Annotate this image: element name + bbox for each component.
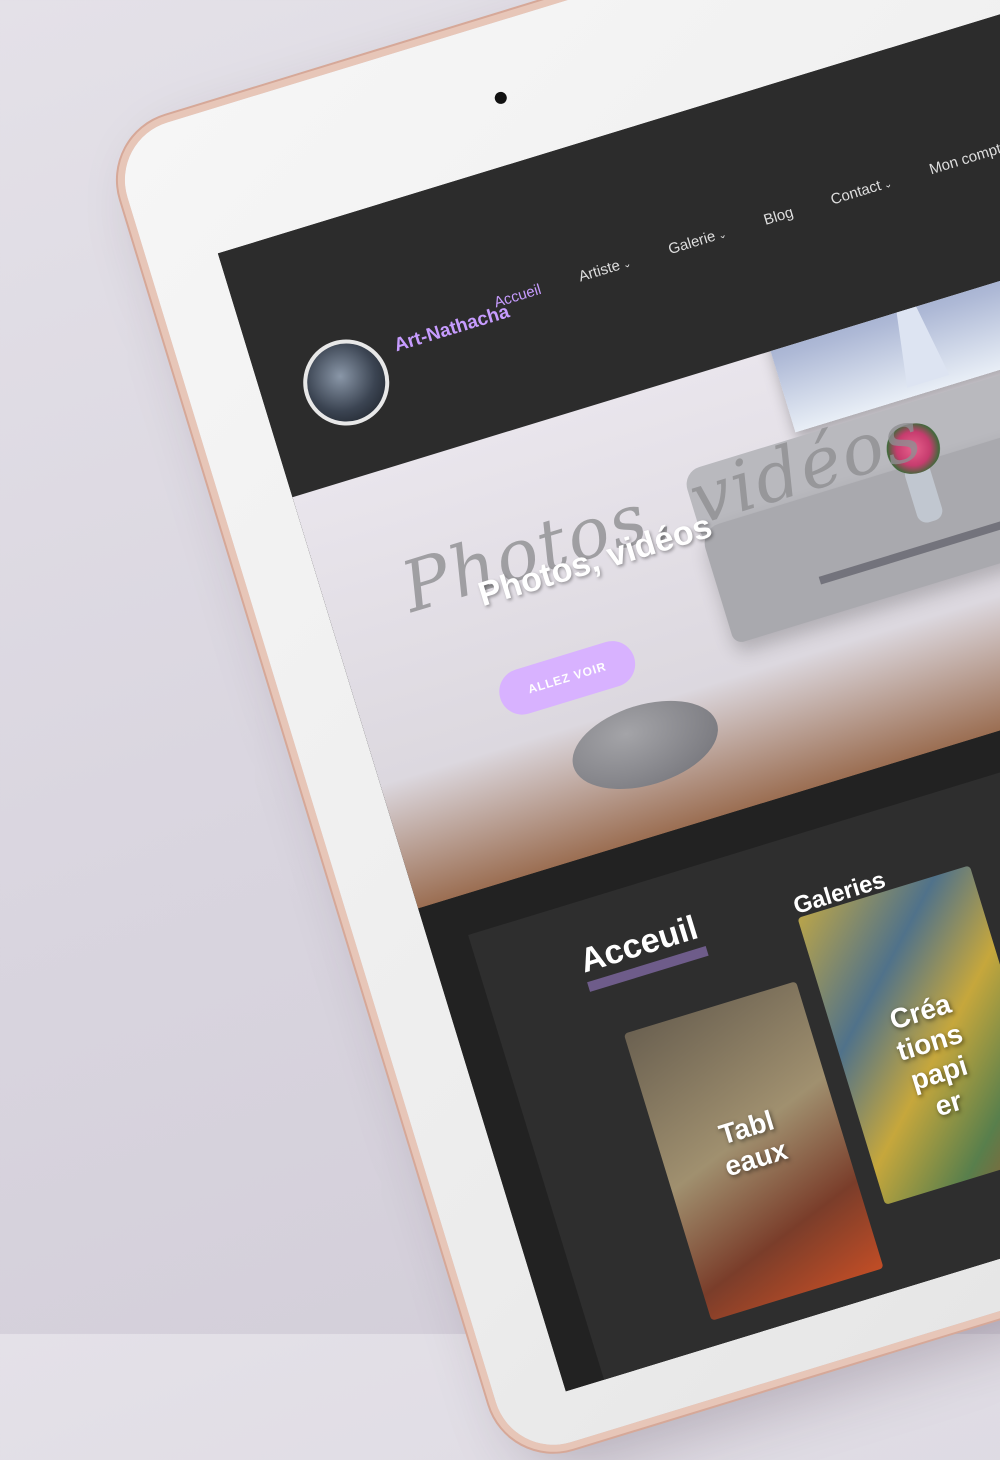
nav-item-galerie[interactable]: Galerie⌄: [666, 224, 728, 258]
card-label: Créa tions papi er: [830, 971, 1000, 1146]
nav-item-label: Accueil: [492, 280, 544, 312]
nav-item-label: Mon compte: [927, 137, 1000, 179]
card-label: Tabl eaux: [656, 1086, 847, 1200]
nav-item-label: Blog: [761, 203, 796, 229]
nav-item-label: Artiste: [576, 256, 623, 286]
tablet-device: Art-Nathacha Accueil Artiste⌄ Galerie⌄ B…: [110, 0, 1000, 1460]
pouf: [561, 684, 729, 806]
avatar[interactable]: [292, 328, 400, 437]
front-camera: [493, 90, 509, 106]
website-screen: Art-Nathacha Accueil Artiste⌄ Galerie⌄ B…: [217, 0, 1000, 1392]
chevron-down-icon: ⌄: [716, 229, 729, 243]
nav-item-contact[interactable]: Contact⌄: [828, 174, 894, 209]
main-nav: Accueil Artiste⌄ Galerie⌄ Blog Contact⌄ …: [492, 135, 1000, 311]
site-logo[interactable]: Art-Nathacha: [292, 290, 528, 437]
allez-voir-button[interactable]: ALLEZ VOIR: [493, 635, 641, 721]
nav-item-label: Contact: [828, 177, 884, 209]
nav-item-mon-compte[interactable]: Mon compte⌄: [927, 135, 1000, 179]
nav-item-accueil[interactable]: Accueil: [492, 281, 543, 311]
chevron-down-icon: ⌄: [882, 178, 894, 192]
nav-item-blog[interactable]: Blog: [762, 204, 796, 229]
chevron-down-icon: ⌄: [621, 258, 633, 272]
nav-item-label: Galerie: [666, 227, 718, 259]
site-brand[interactable]: Art-Nathacha: [392, 301, 513, 357]
nav-item-artiste[interactable]: Artiste⌄: [576, 253, 634, 286]
